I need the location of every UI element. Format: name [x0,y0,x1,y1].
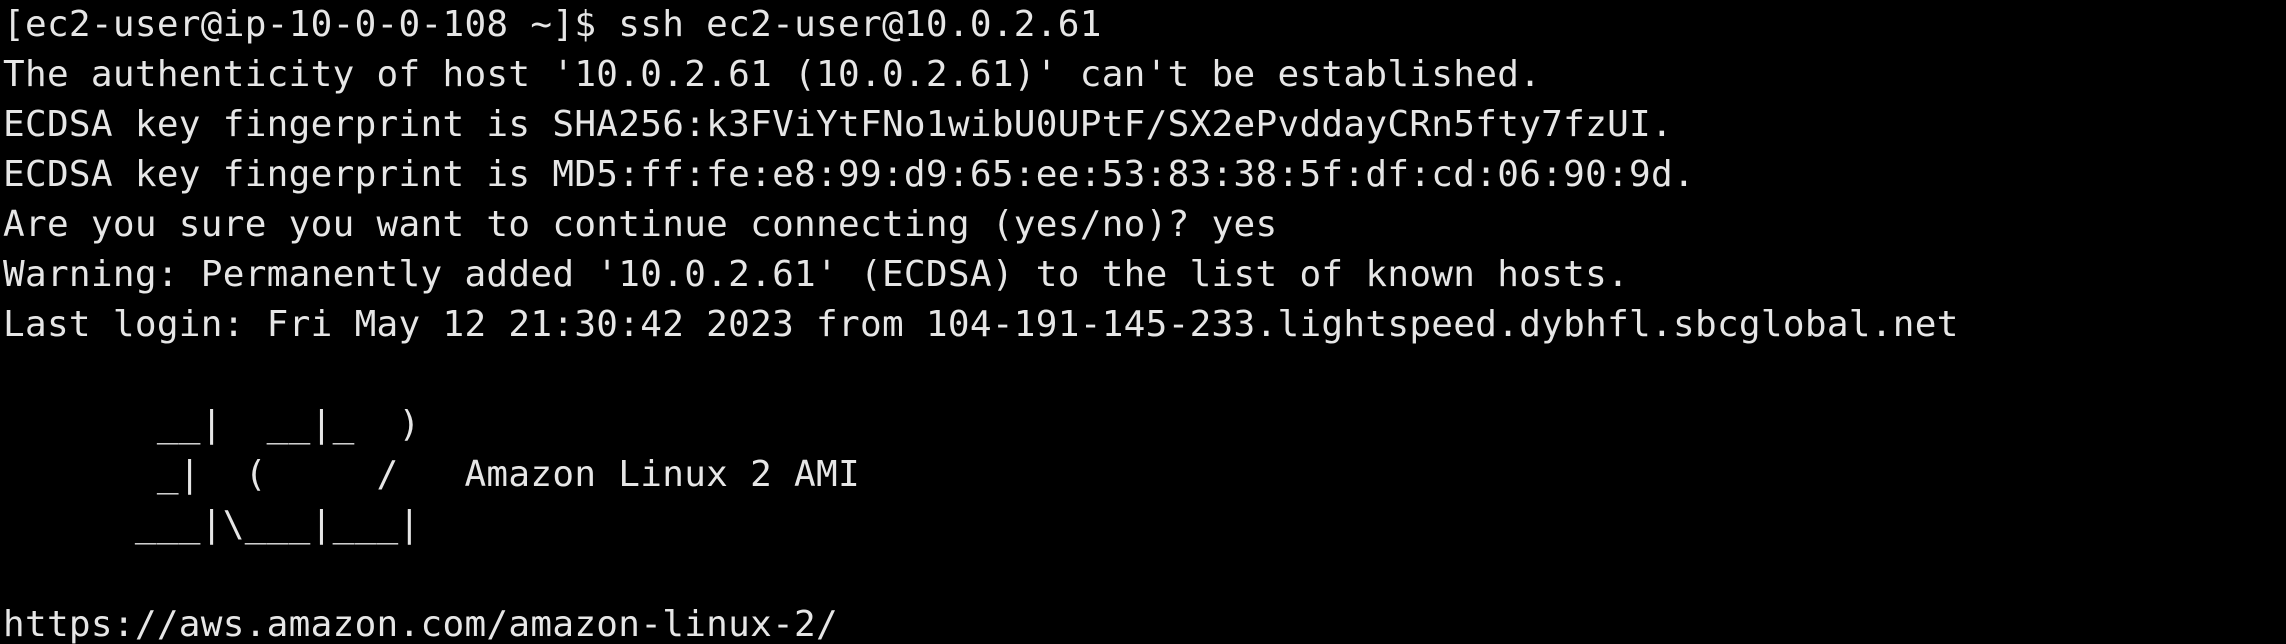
command-line: [ec2-user@ip-10-0-0-108 ~]$ ssh ec2-user… [3,0,1959,50]
output-line: ECDSA key fingerprint is MD5:ff:fe:e8:99… [3,154,1695,195]
output-line: Last login: Fri May 12 21:30:42 2023 fro… [3,304,1959,345]
ascii-banner-line: __| __|_ ) [3,404,421,445]
output-line: ECDSA key fingerprint is SHA256:k3FViYtF… [3,104,1674,145]
terminal-output: [ec2-user@ip-10-0-0-108 ~]$ ssh ec2-user… [3,0,1959,644]
amazon-linux-url[interactable]: https://aws.amazon.com/amazon-linux-2/ [3,600,1959,644]
output-line: Warning: Permanently added '10.0.2.61' (… [3,254,1630,295]
ascii-banner-line: _| ( / Amazon Linux 2 AMI [3,454,860,495]
output-line: Are you sure you want to continue connec… [3,204,1278,245]
shell-prompt: [ec2-user@ip-10-0-0-108 ~]$ [3,4,619,45]
ssh-command: ssh ec2-user@10.0.2.61 [618,4,1102,45]
ascii-banner-line: ___|\___|___| [3,504,421,545]
output-line: The authenticity of host '10.0.2.61 (10.… [3,54,1542,95]
terminal-window[interactable]: [ec2-user@ip-10-0-0-108 ~]$ ssh ec2-user… [0,0,2286,644]
